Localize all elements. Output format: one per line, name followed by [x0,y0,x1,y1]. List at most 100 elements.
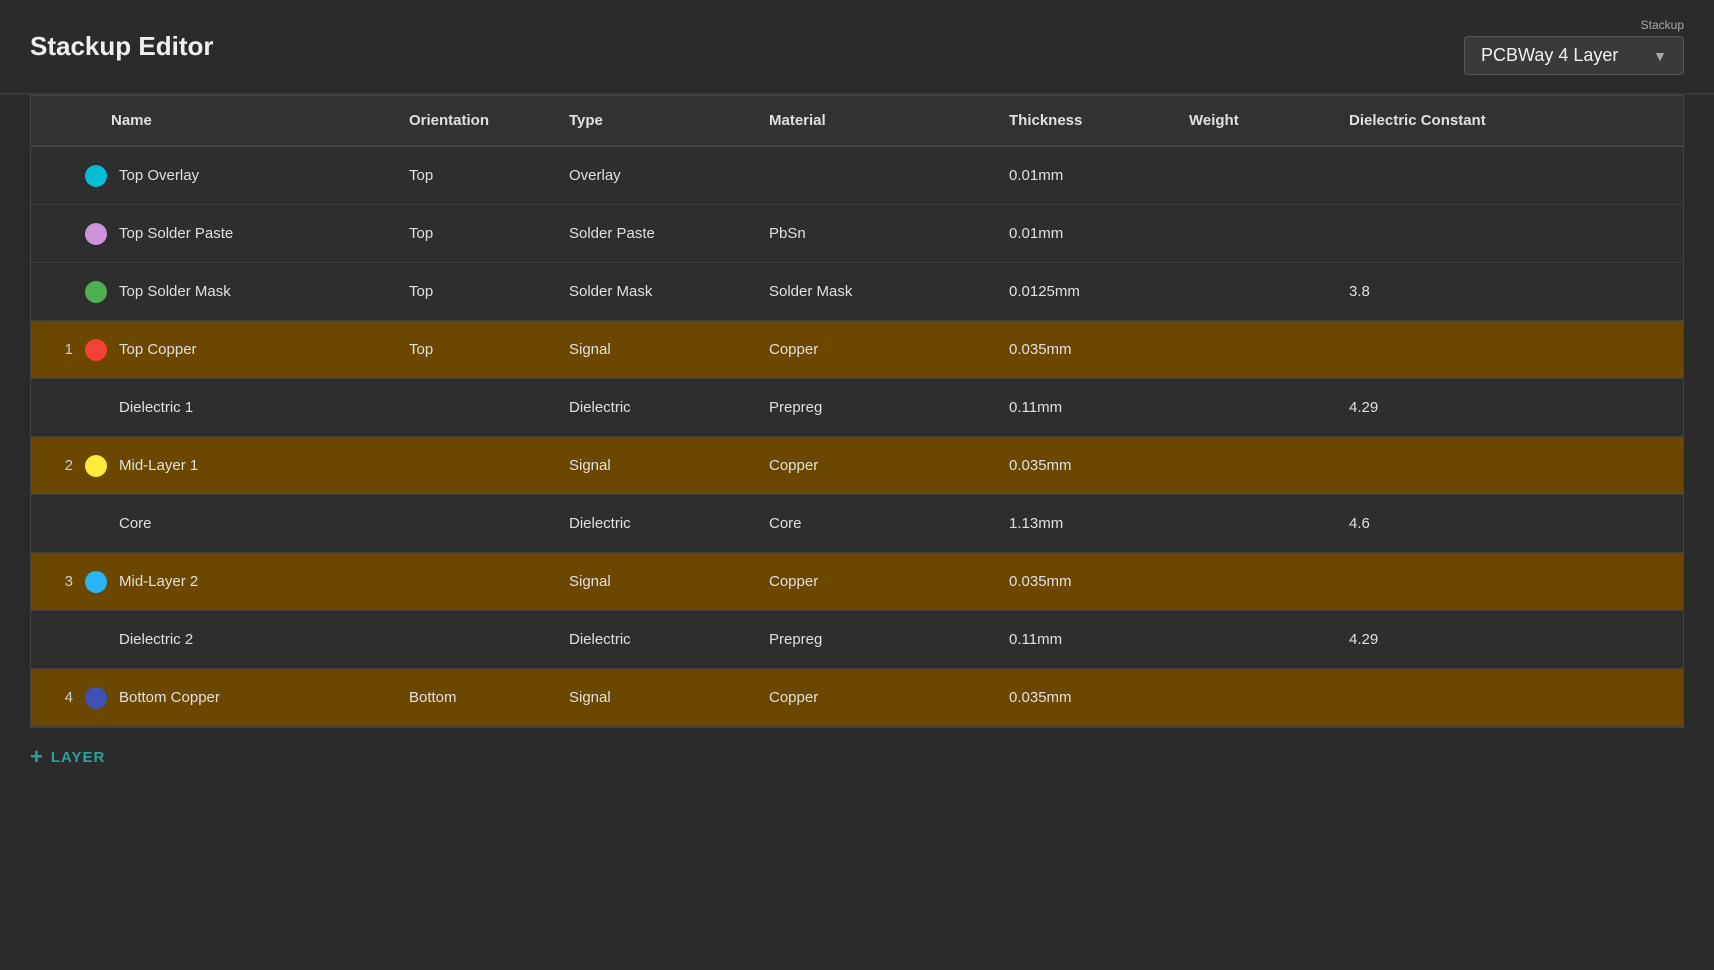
table-row[interactable]: Top Solder Paste Top Solder Paste PbSn 0… [31,205,1683,263]
material: Copper [751,677,991,718]
orientation [391,570,551,594]
layer-name: Dielectric 1 [85,399,193,416]
table-row[interactable]: 1 Top Copper Top Signal Copper 0.035mm [31,321,1683,379]
name-cell: Core [31,503,391,544]
thickness: 1.13mm [991,503,1171,544]
table-row[interactable]: 2 Mid-Layer 1 Signal Copper 0.035mm [31,437,1683,495]
thickness: 0.035mm [991,561,1171,602]
layer-name: Dielectric 2 [85,631,193,648]
material: Prepreg [751,387,991,428]
table-row[interactable]: Core Dielectric Core 1.13mm 4.6 [31,495,1683,553]
row-number [49,225,73,242]
dielectric [1331,570,1683,594]
name-cell: Dielectric 2 [31,619,391,660]
material: Prepreg [751,619,991,660]
orientation: Top [391,155,551,196]
table-row[interactable]: Dielectric 1 Dielectric Prepreg 0.11mm 4… [31,379,1683,437]
name-cell: 1 Top Copper [31,327,391,373]
row-number [49,515,73,532]
table-row[interactable]: 4 Bottom Copper Bottom Signal Copper 0.0… [31,669,1683,727]
stackup-selector-group: Stackup PCBWay 4 Layer ▼ [1464,18,1684,75]
material: Copper [751,561,991,602]
add-layer-label: LAYER [51,749,105,766]
weight [1171,686,1331,710]
dielectric [1331,686,1683,710]
thickness: 0.01mm [991,155,1171,196]
col-thickness: Thickness [991,96,1171,145]
weight [1171,222,1331,246]
type: Dielectric [551,503,751,544]
dielectric: 4.29 [1331,619,1683,660]
stackup-table: Name Orientation Type Material Thickness… [30,95,1684,728]
table-row[interactable]: 3 Mid-Layer 2 Signal Copper 0.035mm [31,553,1683,611]
weight [1171,338,1331,362]
row-number: 3 [49,573,73,590]
stackup-dropdown-value: PCBWay 4 Layer [1481,45,1618,66]
table-row[interactable]: Dielectric 2 Dielectric Prepreg 0.11mm 4… [31,611,1683,669]
color-dot-green [85,281,107,303]
thickness: 0.0125mm [991,271,1171,312]
weight [1171,396,1331,420]
col-dielectric: Dielectric Constant [1331,96,1683,145]
dielectric: 4.6 [1331,503,1683,544]
layer-name: Top Overlay [119,167,199,184]
type: Solder Mask [551,271,751,312]
orientation: Bottom [391,677,551,718]
material: Copper [751,445,991,486]
material: Core [751,503,991,544]
row-number [49,399,73,416]
color-dot-cyan [85,165,107,187]
name-cell: Top Overlay [31,153,391,199]
name-cell: Dielectric 1 [31,387,391,428]
thickness: 0.035mm [991,329,1171,370]
name-cell: Top Solder Mask [31,269,391,315]
weight [1171,164,1331,188]
layer-name: Top Solder Mask [119,283,231,300]
thickness: 0.11mm [991,387,1171,428]
type: Signal [551,677,751,718]
add-layer-footer[interactable]: + LAYER [0,728,1714,786]
col-type: Type [551,96,751,145]
weight [1171,570,1331,594]
type: Overlay [551,155,751,196]
thickness: 0.035mm [991,445,1171,486]
thickness: 0.11mm [991,619,1171,660]
color-dot-blue-light [85,571,107,593]
name-cell: 3 Mid-Layer 2 [31,559,391,605]
orientation: Top [391,329,551,370]
color-dot-red [85,339,107,361]
table-row[interactable]: Top Overlay Top Overlay 0.01mm [31,147,1683,205]
name-cell: Top Solder Paste [31,211,391,257]
type: Signal [551,561,751,602]
layer-name: Core [85,515,152,532]
thickness: 0.035mm [991,677,1171,718]
table-row[interactable]: Top Solder Mask Top Solder Mask Solder M… [31,263,1683,321]
material [751,164,991,188]
page-title: Stackup Editor [30,31,213,62]
weight [1171,280,1331,304]
name-cell: 4 Bottom Copper [31,675,391,721]
orientation [391,512,551,536]
orientation [391,628,551,652]
type: Dielectric [551,387,751,428]
thickness: 0.01mm [991,213,1171,254]
col-orientation: Orientation [391,96,551,145]
color-dot-purple [85,223,107,245]
material: PbSn [751,213,991,254]
weight [1171,454,1331,478]
type: Signal [551,329,751,370]
orientation: Top [391,271,551,312]
dielectric: 4.29 [1331,387,1683,428]
orientation [391,454,551,478]
name-cell: 2 Mid-Layer 1 [31,443,391,489]
dielectric: 3.8 [1331,271,1683,312]
color-dot-blue [85,687,107,709]
stackup-dropdown[interactable]: PCBWay 4 Layer ▼ [1464,36,1684,75]
color-dot-yellow [85,455,107,477]
row-number: 1 [49,341,73,358]
dielectric [1331,164,1683,188]
layer-name: Mid-Layer 2 [119,573,198,590]
weight [1171,628,1331,652]
add-icon: + [30,746,43,768]
dielectric [1331,222,1683,246]
